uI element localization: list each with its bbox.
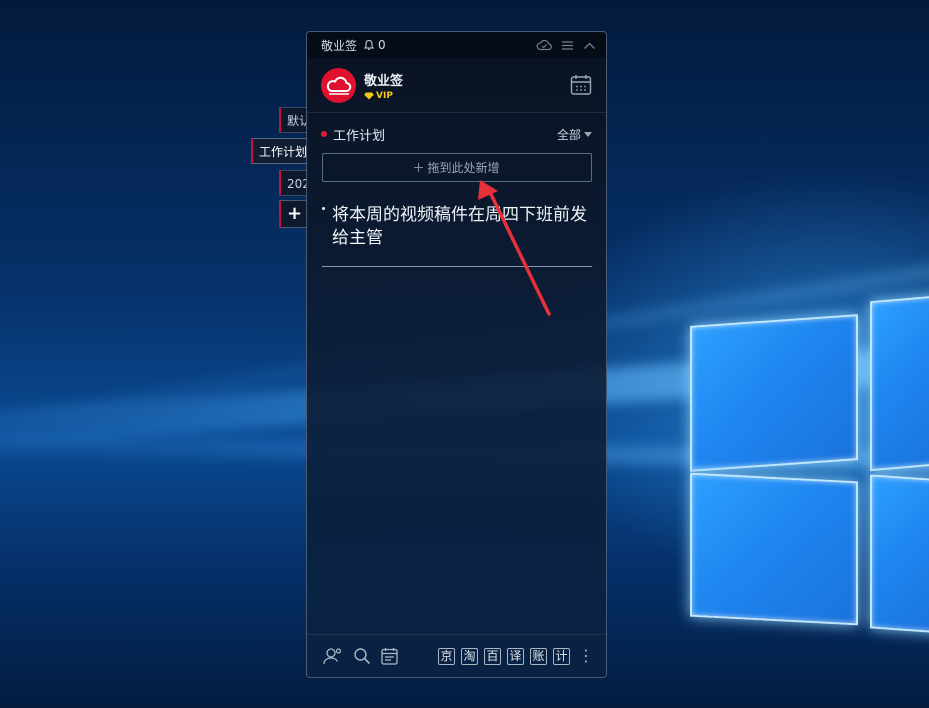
annotation-arrow	[478, 180, 551, 316]
